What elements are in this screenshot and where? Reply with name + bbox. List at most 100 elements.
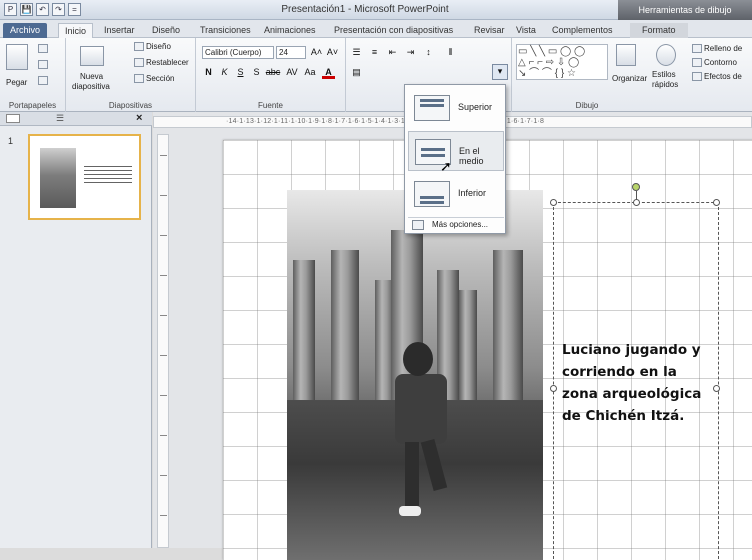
align-top-item[interactable]: Superior (408, 88, 504, 128)
tab-transiciones[interactable]: Transiciones (200, 23, 251, 38)
align-bottom-item[interactable]: Inferior (408, 174, 504, 214)
slide-photo[interactable] (287, 190, 543, 560)
ruler-tick (160, 475, 167, 476)
undo-icon[interactable]: ↶ (36, 3, 49, 16)
icon-bar (420, 196, 444, 199)
arrange-icon[interactable] (616, 44, 636, 66)
numbering-icon[interactable]: ≡ (368, 46, 381, 59)
tab-presentacion[interactable]: Presentación con diapositivas (334, 23, 453, 38)
slide-thumbnail[interactable] (28, 134, 141, 220)
layout-button[interactable]: Diseño (134, 42, 171, 52)
tab-complementos[interactable]: Complementos (552, 23, 613, 38)
tab-insertar[interactable]: Insertar (104, 23, 135, 38)
caption-textbox[interactable]: Luciano jugando y corriendo en la zona a… (550, 183, 720, 560)
redo-icon[interactable]: ↷ (52, 3, 65, 16)
save-icon[interactable]: 💾 (20, 3, 33, 16)
resize-handle[interactable] (550, 199, 557, 206)
tab-formato[interactable]: Formato (630, 23, 688, 38)
increase-indent-icon[interactable]: ⇥ (404, 46, 417, 59)
new-slide-icon[interactable] (80, 46, 104, 66)
tab-archivo[interactable]: Archivo (3, 23, 48, 38)
new-slide-label-2[interactable]: diapositiva (72, 82, 110, 91)
shadow-button[interactable]: S (250, 66, 263, 79)
drawing-group-label: Dibujo (575, 101, 599, 110)
icon-bar (420, 99, 444, 102)
more-options-item[interactable]: Más opciones... (408, 217, 504, 232)
decrease-indent-icon[interactable]: ⇤ (386, 46, 399, 59)
icon-bar (421, 148, 445, 151)
format-painter-icon[interactable] (38, 76, 48, 85)
arrange-button[interactable]: Organizar (612, 74, 647, 83)
slide-number: 1 (8, 136, 14, 146)
resize-handle[interactable] (550, 385, 557, 392)
section-button[interactable]: Sección (134, 74, 174, 84)
shape-effects-label: Efectos de (704, 72, 742, 81)
icon-bar (420, 104, 444, 107)
reset-button[interactable]: Restablecer (134, 58, 189, 68)
paste-icon[interactable] (6, 44, 28, 70)
icon-bar (420, 201, 444, 204)
new-slide-label-1[interactable]: Nueva (80, 72, 103, 81)
align-middle-item[interactable]: En el medio (408, 131, 504, 171)
thumbnail-photo (40, 148, 76, 208)
cut-icon[interactable] (38, 44, 48, 53)
grow-font-icon[interactable]: A˄ (310, 46, 323, 59)
ruler-tick (160, 315, 167, 316)
app-icon[interactable]: P (4, 3, 17, 16)
resize-handle[interactable] (713, 199, 720, 206)
font-color-button[interactable]: A (322, 66, 335, 79)
char-spacing-button[interactable]: AV (284, 66, 300, 79)
underline-button[interactable]: S (234, 66, 247, 79)
boy-shoe (399, 506, 421, 516)
shapes-gallery[interactable]: ▭ ╲ ╲ ▭ ◯ ◯ △ ⌐ ⌐ ⇨ ⇩ ◯ ↘ ⌒ ⌒ { } ☆ (516, 44, 608, 80)
tab-diseno[interactable]: Diseño (152, 23, 180, 38)
italic-button[interactable]: K (218, 66, 231, 79)
slides-panel: ☰ × 1 (0, 112, 152, 548)
slides-tab-icon[interactable] (6, 114, 20, 123)
caption-text[interactable]: Luciano jugando y corriendo en la zona a… (562, 339, 712, 427)
layout-label: Diseño (146, 42, 171, 51)
shape-fill-button[interactable]: Relleno de (692, 44, 742, 54)
copy-icon[interactable] (38, 60, 48, 69)
column (459, 290, 477, 410)
shrink-font-icon[interactable]: A˅ (326, 46, 339, 59)
section-icon (134, 74, 144, 84)
outline-tab-icon[interactable]: ☰ (56, 113, 64, 124)
rotation-handle[interactable] (632, 183, 640, 191)
shape-effects-button[interactable]: Efectos de (692, 72, 742, 82)
align-left-icon[interactable]: ▤ (350, 66, 363, 79)
line-spacing-icon[interactable]: ↕ (422, 46, 435, 59)
resize-handle[interactable] (713, 385, 720, 392)
close-panel-icon[interactable]: × (136, 112, 142, 124)
vertical-ruler[interactable] (157, 134, 169, 548)
align-top-label: Superior (458, 102, 493, 112)
align-middle-label: En el medio (459, 146, 484, 166)
tab-revisar[interactable]: Revisar (474, 23, 505, 38)
ruler-tick (160, 195, 167, 196)
tab-inicio[interactable]: Inicio (58, 23, 94, 38)
quick-styles-icon[interactable] (656, 44, 676, 66)
tab-vista[interactable]: Vista (516, 23, 536, 38)
reset-icon (134, 58, 144, 68)
quick-styles-label-1[interactable]: Estilos (652, 70, 676, 79)
panel-tabs: ☰ × (0, 112, 152, 126)
resize-handle[interactable] (633, 199, 640, 206)
bold-button[interactable]: N (202, 66, 215, 79)
window-title: Presentación1 - Microsoft PowerPoint (281, 4, 449, 15)
customize-qat-icon[interactable]: = (68, 3, 81, 16)
quick-styles-label-2[interactable]: rápidos (652, 80, 678, 89)
shape-outline-button[interactable]: Contorno (692, 58, 737, 68)
change-case-button[interactable]: Aa (302, 66, 318, 79)
strikethrough-button[interactable]: abc (264, 66, 282, 79)
bullets-icon[interactable]: ☰ (350, 46, 363, 59)
align-text-button[interactable]: ▾ (492, 64, 508, 80)
ruler-tick (160, 355, 167, 356)
mouse-cursor-icon: ➚ (440, 158, 452, 174)
text-direction-icon[interactable]: ⫴ (444, 46, 457, 59)
tab-animaciones[interactable]: Animaciones (264, 23, 316, 38)
boy-head (403, 342, 433, 376)
boy-leg (405, 442, 419, 510)
font-size-combo[interactable]: 24 (276, 46, 306, 59)
font-name-combo[interactable]: Calibri (Cuerpo) (202, 46, 274, 59)
paste-button[interactable]: Pegar (6, 78, 27, 87)
